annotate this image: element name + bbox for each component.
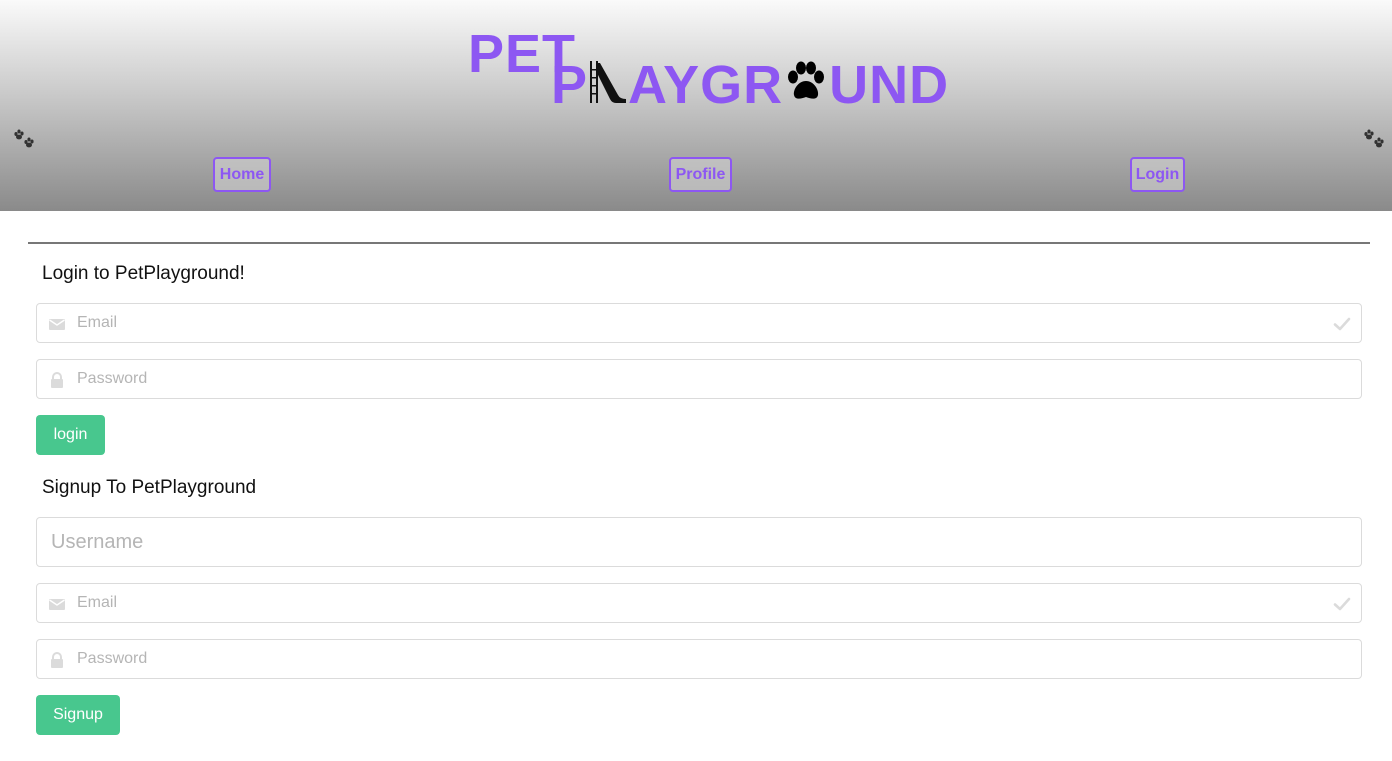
check-icon (1333, 317, 1351, 331)
logo-aygr-text: AYGR (628, 55, 784, 115)
login-email-field (36, 303, 1362, 343)
envelope-icon (49, 319, 65, 330)
lock-icon (51, 372, 63, 388)
login-password-field (36, 359, 1362, 399)
envelope-icon (49, 599, 65, 610)
signup-username-field (36, 517, 1362, 567)
logo-playground: P AYGR UND (551, 57, 949, 113)
paw-prints-icon (1364, 129, 1384, 148)
logo-p-text: P (551, 55, 589, 115)
signup-password-field (36, 639, 1362, 679)
signup-email-input[interactable] (37, 584, 1361, 622)
nav-login-button[interactable]: Login (1130, 157, 1185, 192)
signup-username-input[interactable] (37, 518, 1361, 566)
signup-button[interactable]: Signup (36, 695, 120, 735)
login-title: Login to PetPlayground! (42, 263, 245, 284)
paw-icon (788, 61, 825, 99)
logo-und-text: UND (829, 55, 950, 115)
login-button[interactable]: login (36, 415, 105, 455)
login-email-input[interactable] (37, 304, 1361, 342)
site-header: PET P AYGR UND Home Profile Login (0, 0, 1392, 211)
lock-icon (51, 652, 63, 668)
signup-title: Signup To PetPlayground (42, 477, 257, 498)
check-icon (1333, 597, 1351, 611)
slide-icon (590, 61, 627, 103)
nav-home-button[interactable]: Home (213, 157, 271, 192)
signup-password-input[interactable] (37, 640, 1361, 678)
divider (28, 242, 1370, 244)
login-password-input[interactable] (37, 360, 1361, 398)
signup-email-field (36, 583, 1362, 623)
paw-prints-icon (14, 129, 34, 148)
nav-profile-button[interactable]: Profile (669, 157, 732, 192)
